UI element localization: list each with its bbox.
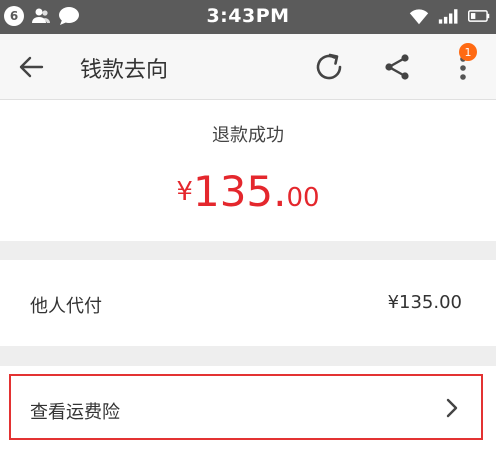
refund-status-text: 退款成功 bbox=[212, 125, 284, 146]
refresh-button[interactable] bbox=[312, 50, 346, 84]
refund-amount: ¥135.00 bbox=[0, 167, 496, 216]
shipping-insurance-row[interactable]: 查看运费险 bbox=[0, 366, 496, 455]
payment-method-row: 他人代付 ¥135.00 bbox=[0, 260, 496, 346]
refund-amount-decimal: 00 bbox=[286, 183, 320, 213]
battery-icon bbox=[468, 6, 490, 26]
refresh-icon bbox=[316, 53, 342, 80]
more-notification-badge: 1 bbox=[459, 43, 477, 61]
back-arrow-icon bbox=[19, 56, 44, 78]
section-divider bbox=[0, 241, 496, 260]
share-icon bbox=[385, 54, 409, 80]
refund-amount-integer: 135. bbox=[192, 167, 287, 216]
page-title: 钱款去向 bbox=[80, 58, 169, 83]
payment-amount-value: ¥135.00 bbox=[387, 292, 462, 313]
shipping-insurance-label: 查看运费险 bbox=[30, 402, 120, 423]
status-right bbox=[408, 6, 490, 26]
payment-method-label: 他人代付 bbox=[30, 296, 102, 317]
status-bar: 6 3:43PM bbox=[0, 0, 496, 34]
chevron-right-icon bbox=[440, 395, 464, 421]
share-button[interactable] bbox=[380, 50, 414, 84]
refund-amount-currency: ¥ bbox=[176, 177, 193, 207]
refund-summary: 退款成功 ¥135.00 bbox=[0, 101, 496, 241]
section-divider bbox=[0, 346, 496, 366]
wifi-icon bbox=[408, 6, 430, 26]
back-button[interactable] bbox=[14, 51, 48, 83]
top-app-bar: 钱款去向 1 bbox=[0, 34, 496, 100]
signal-icon bbox=[438, 6, 460, 26]
